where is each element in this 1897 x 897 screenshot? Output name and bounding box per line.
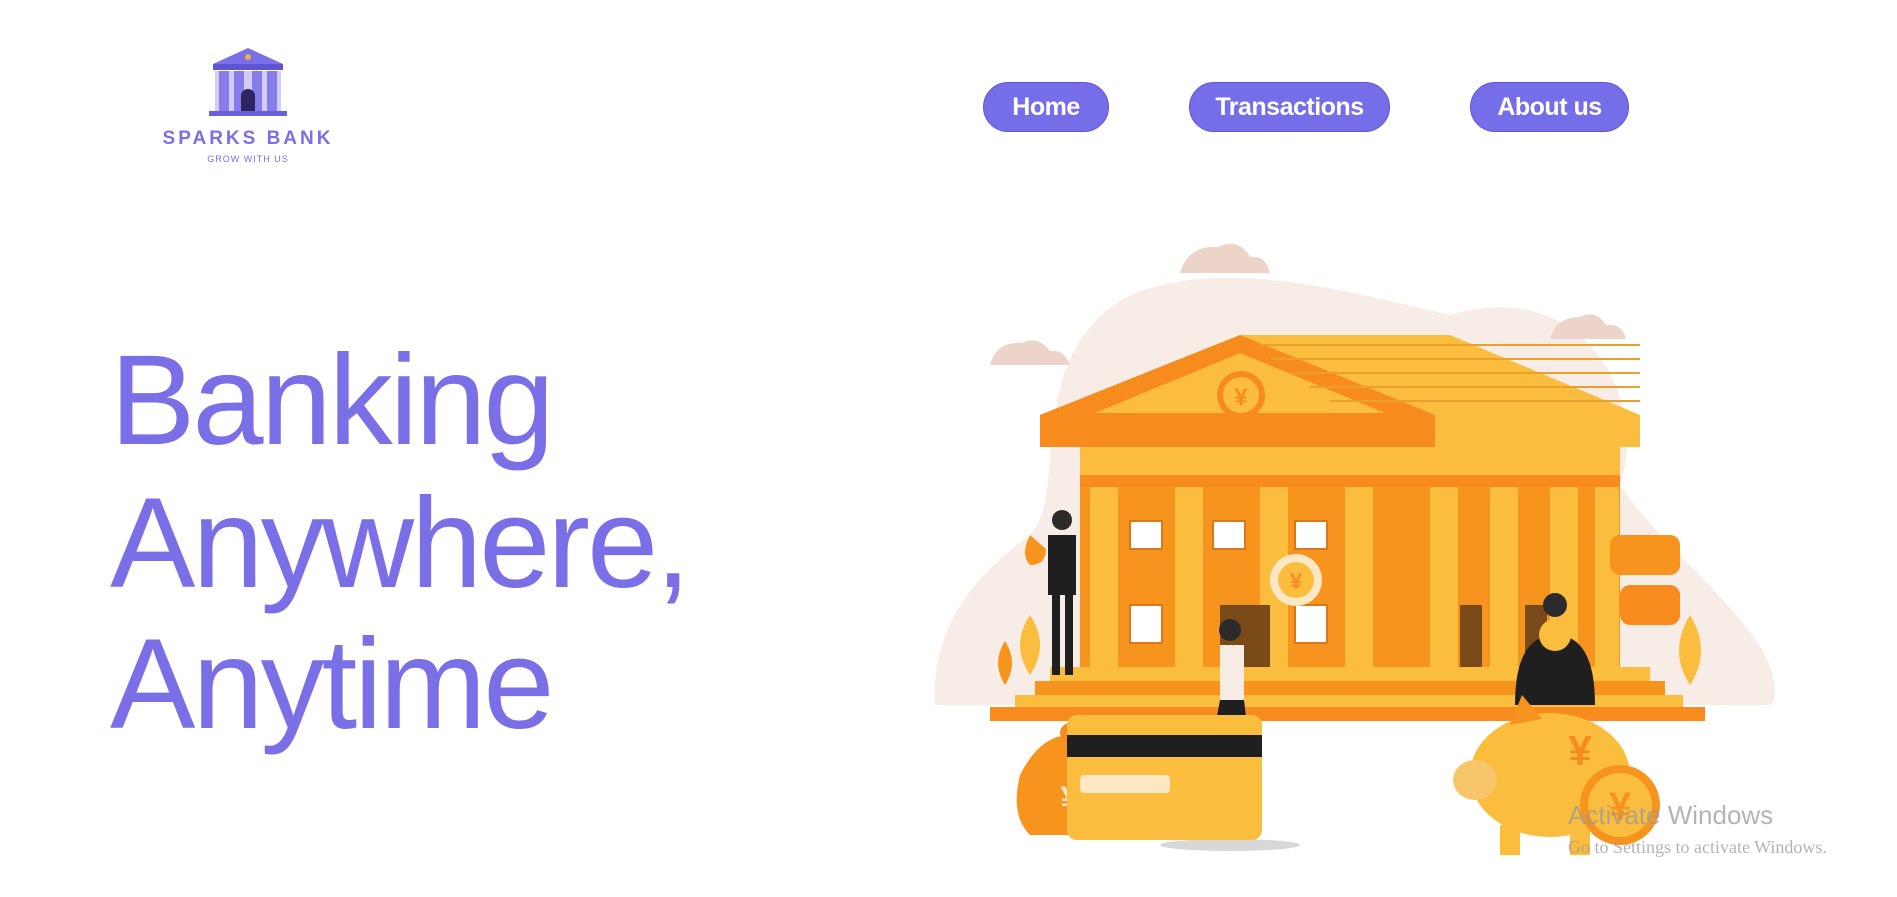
brand-name: SPARKS BANK xyxy=(162,128,334,149)
brand-logo[interactable]: SPARKS BANK GROW WITH US xyxy=(160,46,336,164)
nav-home-button[interactable]: Home xyxy=(983,82,1109,132)
cloud-icon xyxy=(990,340,1070,365)
hero-heading-line-2: Anywhere, xyxy=(110,472,691,615)
brand-tagline: GROW WITH US xyxy=(207,154,289,164)
watermark-subtitle: Go to Settings to activate Windows. xyxy=(1568,837,1827,857)
cloud-icon xyxy=(1180,243,1270,273)
cloud-icon xyxy=(1550,314,1626,339)
svg-text:¥: ¥ xyxy=(1290,569,1303,594)
nav-transactions-button[interactable]: Transactions xyxy=(1189,82,1390,132)
yen-coin-icon: ¥ xyxy=(1234,384,1248,411)
activate-windows-watermark: Activate Windows Go to Settings to activ… xyxy=(1568,800,1827,858)
hero-heading-line-1: Banking xyxy=(110,329,555,472)
bank-building-icon xyxy=(209,48,287,116)
watermark-title: Activate Windows xyxy=(1568,800,1774,830)
bank-building-illustration: ¥ ¥ ¥ ¥ xyxy=(934,243,1775,855)
svg-text:¥: ¥ xyxy=(1568,727,1592,774)
nav-about-button[interactable]: About us xyxy=(1470,82,1629,132)
hero-heading-line-3: Anytime xyxy=(110,613,554,756)
